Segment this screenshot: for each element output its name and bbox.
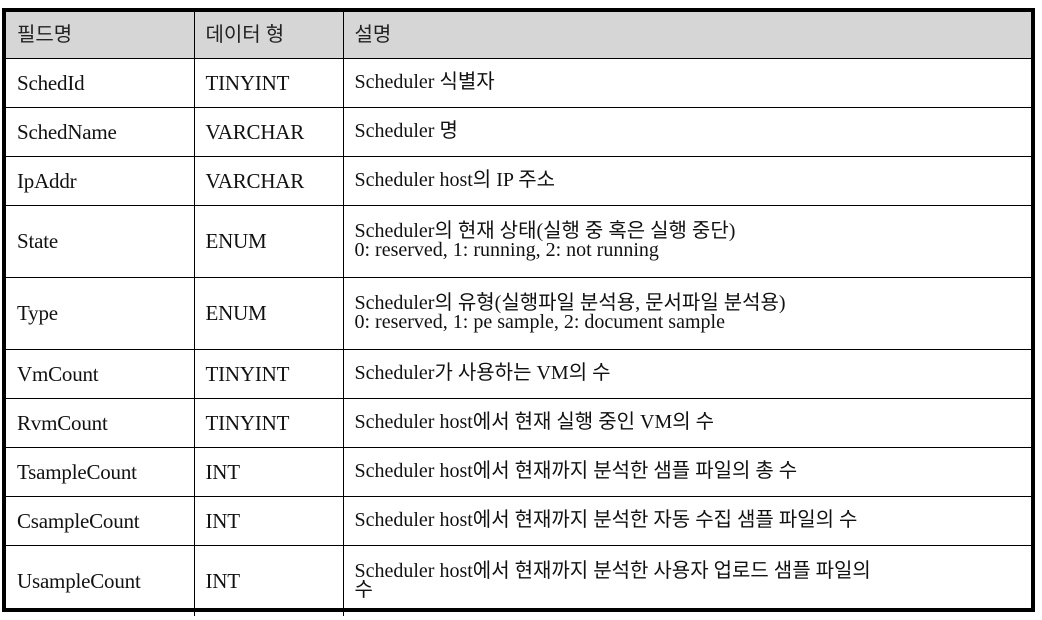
cell-description: Scheduler host의 IP 주소 (342, 155, 1031, 206)
description-line: Scheduler 식별자 (354, 71, 495, 93)
cell-description: Scheduler host에서 현재까지 분석한 자동 수집 샘플 파일의 수 (342, 495, 1031, 546)
cell-field-name: TsampleCount (6, 446, 195, 497)
cell-data-type: ENUM (193, 276, 344, 350)
cell-field-name: VmCount (6, 348, 195, 399)
cell-data-type: INT (193, 495, 344, 546)
table-row: State ENUM Scheduler의 현재 상태(실행 중 혹은 실행 중단)… (6, 204, 1031, 278)
table-header: 필드명 데이터 형 설명 (6, 12, 1031, 59)
table-row: CsampleCount INT Scheduler host에서 현재까지 분석한… (6, 495, 1031, 546)
cell-data-type: INT (193, 544, 344, 616)
table-row: UsampleCount INT Scheduler host에서 현재까지 분석한… (6, 544, 1031, 616)
cell-data-type: INT (193, 446, 344, 497)
cell-data-type: TINYINT (193, 348, 344, 399)
cell-field-name: IpAddr (6, 155, 195, 206)
cell-description: Scheduler가 사용하는 VM의 수 (342, 348, 1031, 399)
cell-description: Scheduler 명 (342, 106, 1031, 157)
cell-field-name: State (6, 204, 195, 278)
table-row: RvmCount TINYINT Scheduler host에서 현재 실행 중인… (6, 397, 1031, 448)
cell-data-type: VARCHAR (193, 155, 344, 206)
header-description: 설명 (342, 12, 1031, 59)
description-line: Scheduler host에서 현재까지 분석한 샘플 파일의 총 수 (354, 460, 798, 482)
cell-field-name: CsampleCount (6, 495, 195, 546)
table-row: SchedId TINYINT Scheduler 식별자 (6, 57, 1031, 108)
description-line: 0: reserved, 1: running, 2: not running (354, 239, 659, 261)
description-line: Scheduler host에서 현재까지 분석한 사용자 업로드 샘플 파일의 (354, 559, 871, 582)
cell-field-name: SchedId (6, 57, 195, 108)
description-line: Scheduler가 사용하는 VM의 수 (354, 362, 611, 384)
table-row: IpAddr VARCHAR Scheduler host의 IP 주소 (6, 155, 1031, 206)
description-line: Scheduler host에서 현재 실행 중인 VM의 수 (354, 411, 715, 433)
cell-data-type: TINYINT (193, 397, 344, 448)
table: 필드명 데이터 형 설명 SchedId TINYINT Scheduler 식별자… (6, 12, 1031, 616)
cell-data-type: TINYINT (193, 57, 344, 108)
header-row: 필드명 데이터 형 설명 (6, 12, 1031, 59)
cell-field-name: UsampleCount (6, 544, 195, 616)
cell-field-name: SchedName (6, 106, 195, 157)
description-line: Scheduler host에서 현재까지 분석한 자동 수집 샘플 파일의 수 (354, 509, 858, 531)
description-line: 0: reserved, 1: pe sample, 2: document s… (354, 311, 725, 333)
cell-description: Scheduler host에서 현재까지 분석한 샘플 파일의 총 수 (342, 446, 1031, 497)
cell-description: Scheduler 식별자 (342, 57, 1031, 108)
header-field-name: 필드명 (6, 12, 195, 59)
description-line: Scheduler 명 (354, 120, 458, 142)
cell-description: Scheduler host에서 현재 실행 중인 VM의 수 (342, 397, 1031, 448)
cell-data-type: VARCHAR (193, 106, 344, 157)
cell-field-name: Type (6, 276, 195, 350)
table-row: SchedName VARCHAR Scheduler 명 (6, 106, 1031, 157)
cell-description: Scheduler의 현재 상태(실행 중 혹은 실행 중단) 0: reserv… (342, 204, 1031, 278)
table-row: TsampleCount INT Scheduler host에서 현재까지 분석한… (6, 446, 1031, 497)
cell-description: Scheduler의 유형(실행파일 분석용, 문서파일 분석용) 0: rese… (342, 276, 1031, 350)
cell-data-type: ENUM (193, 204, 344, 278)
description-line: 수 (354, 578, 373, 601)
table-body: SchedId TINYINT Scheduler 식별자 SchedName VARC… (6, 57, 1031, 616)
field-definition-table: 필드명 데이터 형 설명 SchedId TINYINT Scheduler 식별자… (2, 8, 1035, 616)
table-row: VmCount TINYINT Scheduler가 사용하는 VM의 수 (6, 348, 1031, 399)
header-data-type: 데이터 형 (193, 12, 344, 59)
cell-description: Scheduler host에서 현재까지 분석한 사용자 업로드 샘플 파일의… (342, 544, 1031, 616)
description-line: Scheduler host의 IP 주소 (354, 169, 556, 191)
table-row: Type ENUM Scheduler의 유형(실행파일 분석용, 문서파일 분석용… (6, 276, 1031, 350)
cell-field-name: RvmCount (6, 397, 195, 448)
